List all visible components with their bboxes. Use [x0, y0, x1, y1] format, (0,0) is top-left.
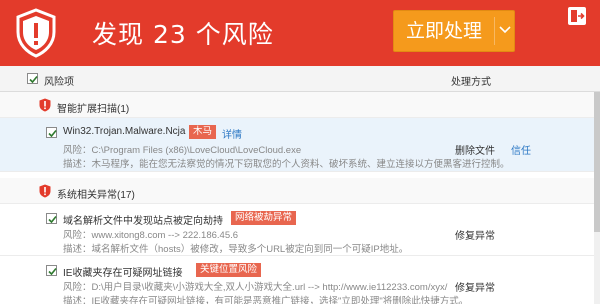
risk-description: 描述：IE收藏夹存在可疑网址链接，有可能是恶意推广链接，选择"立即处理"将删除此…: [63, 296, 469, 304]
header-bar: 发现 23 个风险 立即处理: [0, 0, 600, 66]
scrollbar-thumb[interactable]: [594, 92, 600, 232]
risk-list: 智能扩展扫描(1) Win32.Trojan.Malware.Ncja 木马 详…: [0, 92, 594, 304]
risk-description: 描述：域名解析文件（hosts）被修改，导致多个URL被定向到同一个可疑IP地址…: [63, 244, 409, 255]
handle-options-dropdown[interactable]: [495, 11, 515, 51]
shield-alert-icon: [39, 98, 51, 112]
shield-alert-icon: [39, 184, 51, 198]
column-header: 风险项 处理方式: [0, 66, 600, 92]
delete-file-action[interactable]: 删除文件: [455, 142, 495, 157]
risk-item-name: 域名解析文件中发现站点被定向劫持: [63, 216, 223, 227]
page-title: 发现 23 个风险: [92, 20, 274, 49]
item-checkbox[interactable]: [46, 213, 57, 224]
risk-item[interactable]: IE收藏夹存在可疑网址链接 关键位置风险 风险：D:\用户目录\收藏夹\小游戏大…: [0, 256, 594, 304]
group-smart-extension-scan[interactable]: 智能扩展扫描(1): [0, 92, 594, 118]
column-handling-label: 处理方式: [451, 77, 491, 88]
risk-path: 风险：C:\Program Files (x86)\LoveCloud\Love…: [63, 145, 302, 156]
detail-link[interactable]: 详情: [222, 126, 242, 141]
fix-anomaly-action[interactable]: 修复异常: [455, 279, 495, 294]
checkmark-icon: [48, 129, 57, 138]
risk-item[interactable]: Win32.Trojan.Malware.Ncja 木马 详情 风险：C:\Pr…: [0, 118, 594, 172]
risk-item-name: Win32.Trojan.Malware.Ncja: [63, 126, 186, 137]
trust-link[interactable]: 信任: [511, 142, 531, 157]
fix-anomaly-action[interactable]: 修复异常: [455, 227, 495, 242]
group-system-anomalies[interactable]: 系统相关异常(17): [0, 178, 594, 204]
item-checkbox[interactable]: [46, 127, 57, 138]
risk-item[interactable]: 域名解析文件中发现站点被定向劫持 网络被劫异常 风险：www.xitong8.c…: [0, 204, 594, 256]
group-title: 系统相关异常(17): [57, 190, 135, 201]
checkmark-icon: [48, 267, 57, 276]
column-risk-label: 风险项: [44, 77, 74, 88]
select-all-checkbox[interactable]: [27, 73, 38, 84]
risk-path: 风险：D:\用户目录\收藏夹\小游戏大全,双人小游戏大全.url --> htt…: [63, 282, 448, 293]
chevron-down-icon: [499, 26, 511, 34]
handle-now-label[interactable]: 立即处理: [394, 11, 494, 51]
risk-item-name: IE收藏夹存在可疑网址链接: [63, 268, 183, 279]
risk-description: 描述：木马程序，能在您无法察觉的情况下窃取您的个人资料、破坏系统、建立连接以方便…: [63, 159, 510, 170]
item-checkbox[interactable]: [46, 265, 57, 276]
exit-icon[interactable]: [567, 6, 587, 26]
checkmark-icon: [29, 75, 38, 84]
handle-now-button[interactable]: 立即处理: [393, 10, 515, 52]
checkmark-icon: [48, 215, 57, 224]
group-title: 智能扩展扫描(1): [57, 104, 130, 115]
vertical-scrollbar[interactable]: [594, 92, 600, 304]
risk-tag: 木马: [189, 125, 217, 139]
shield-warning-icon: [16, 8, 56, 58]
risk-path: 风险：www.xitong8.com --> 222.186.45.6: [63, 230, 239, 241]
risk-tag: 关键位置风险: [196, 263, 262, 277]
risk-tag: 网络被劫异常: [231, 211, 297, 225]
